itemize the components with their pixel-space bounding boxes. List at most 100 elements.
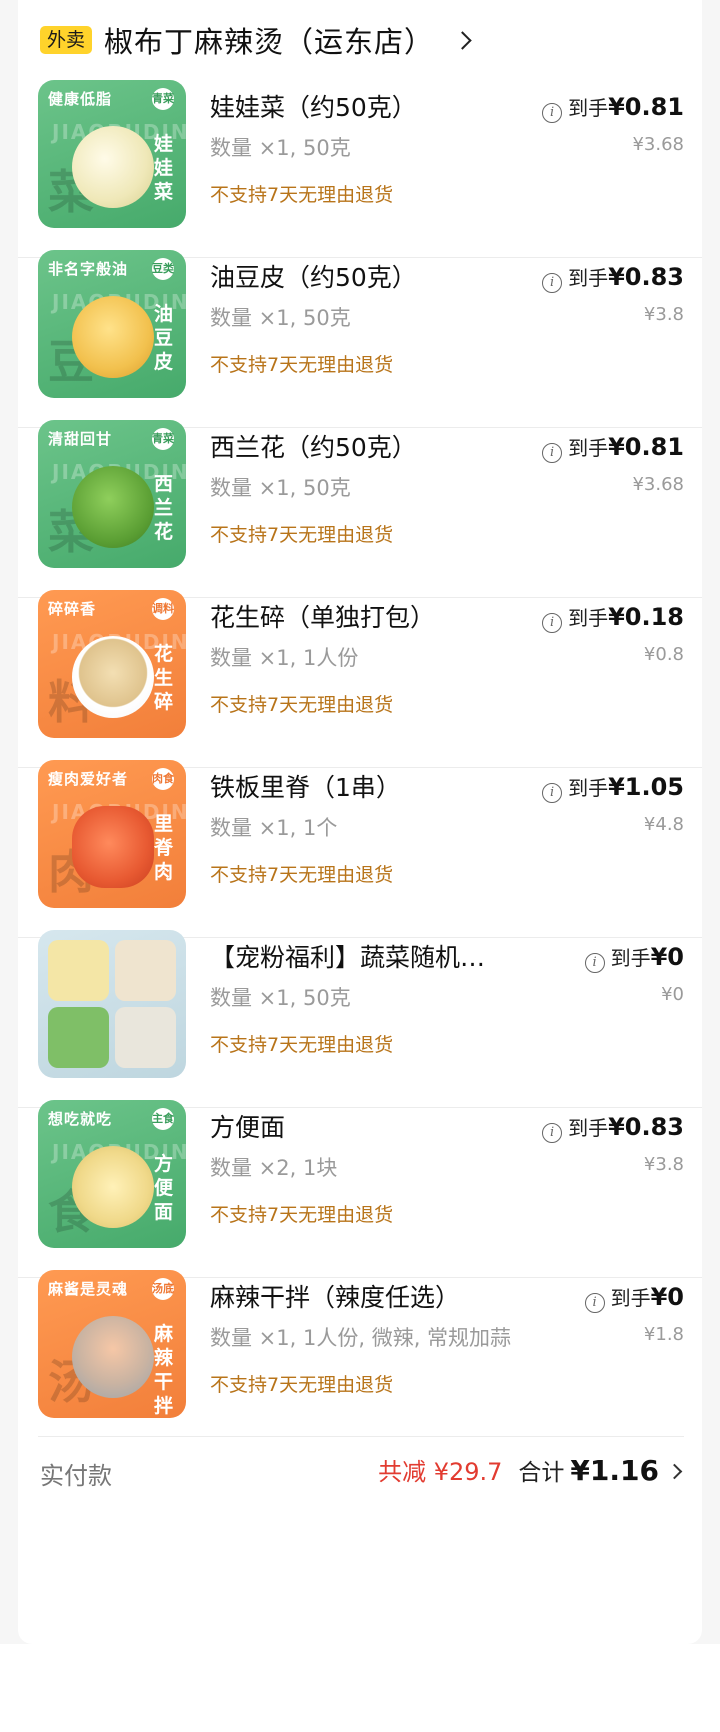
veg-tile <box>115 940 176 1001</box>
product-thumbnail[interactable]: 健康低脂 青菜 JIAOBUDING 菜 娃娃菜 <box>38 80 186 228</box>
info-icon[interactable]: i <box>542 103 563 123</box>
return-policy: 不支持7天无理由退货 <box>210 864 394 886</box>
pay-label: 到手 <box>610 946 651 970</box>
pay-price-line: i 到手 ¥0.81 <box>542 92 684 123</box>
order-item[interactable]: 非名字般油 豆类 JIAOBUDING 豆 油豆皮 油豆皮（约50克） 数量 ×… <box>18 240 702 428</box>
item-quantity: 数量 ×1, 50克 <box>210 306 351 330</box>
order-item[interactable]: 【宠粉福利】蔬菜随机（每... 数量 ×1, 50克 不支持7天无理由退货 i … <box>18 920 702 1108</box>
product-thumbnail[interactable]: 清甜回甘 青菜 JIAOBUDING 菜 西兰花 <box>38 420 186 568</box>
veg-tile <box>48 1007 109 1068</box>
chevron-right-icon[interactable] <box>453 30 472 50</box>
order-item[interactable]: 碎碎香 调料 JIAOBUDING 料 花生碎 花生碎（单独打包） 数量 ×1,… <box>18 580 702 768</box>
pay-price-line: i 到手 ¥0.81 <box>542 432 684 463</box>
item-quantity: 数量 ×2, 1块 <box>210 1156 338 1180</box>
pay-label: 到手 <box>568 436 609 460</box>
product-thumbnail[interactable]: 瘦肉爱好者 肉食 JIAOBUDING 肉 里脊肉 <box>38 760 186 908</box>
chevron-right-icon[interactable] <box>666 1463 683 1480</box>
info-icon[interactable]: i <box>542 443 563 463</box>
pay-price: ¥0.81 <box>608 93 684 121</box>
store-name[interactable]: 椒布丁麻辣烫（运东店） <box>104 19 434 61</box>
original-price: ¥3.68 <box>632 474 684 495</box>
return-policy: 不支持7天无理由退货 <box>210 1034 394 1056</box>
info-icon[interactable]: i <box>584 1293 605 1313</box>
item-name: 【宠粉福利】蔬菜随机（每... <box>210 943 510 972</box>
return-policy: 不支持7天无理由退货 <box>210 1204 394 1226</box>
thumb-badge: 豆类 <box>152 258 174 280</box>
pay-price: ¥0.81 <box>608 433 684 461</box>
veg-tile <box>115 1007 176 1068</box>
thumb-badge: 肉食 <box>152 768 174 790</box>
pay-price: ¥0.18 <box>608 603 684 631</box>
vegetable-collage-image <box>48 940 176 1068</box>
thumb-slogan: 健康低脂 <box>48 90 113 108</box>
info-icon[interactable]: i <box>542 613 563 633</box>
order-item[interactable]: 想吃就吃 主食 JIAOBUDING 食 方便面 方便面 数量 ×2, 1块 不… <box>18 1090 702 1278</box>
pay-label: 到手 <box>568 606 609 630</box>
pay-price-line: i 到手 ¥0.83 <box>542 262 684 293</box>
tofu-skin-image <box>72 296 154 378</box>
original-price: ¥4.8 <box>643 814 684 835</box>
item-name: 花生碎（单独打包） <box>210 603 436 632</box>
pay-price: ¥0.83 <box>608 1113 684 1141</box>
page-background <box>0 1644 720 1732</box>
original-price: ¥3.8 <box>643 1154 684 1175</box>
pay-price-line: i 到手 ¥0 <box>584 942 684 973</box>
pay-price: ¥0.83 <box>608 263 684 291</box>
return-policy: 不支持7天无理由退货 <box>210 694 394 716</box>
noodle-image <box>72 1146 154 1228</box>
pay-price: ¥0 <box>650 943 684 971</box>
product-thumbnail[interactable]: 想吃就吃 主食 JIAOBUDING 食 方便面 <box>38 1100 186 1248</box>
item-name: 麻辣干拌（辣度任选） <box>210 1283 461 1312</box>
payment-summary[interactable]: 实付款 共减 ¥29.7 合计 ¥1.16 <box>18 1436 702 1504</box>
order-item[interactable]: 健康低脂 青菜 JIAOBUDING 菜 娃娃菜 娃娃菜（约50克） 数量 ×1… <box>18 70 702 258</box>
hotpot-image <box>72 1316 154 1398</box>
order-item[interactable]: 瘦肉爱好者 肉食 JIAOBUDING 肉 里脊肉 铁板里脊（1串） 数量 ×1… <box>18 750 702 938</box>
order-item[interactable]: 清甜回甘 青菜 JIAOBUDING 菜 西兰花 西兰花（约50克） 数量 ×1… <box>18 410 702 598</box>
total-discount: 共减 ¥29.7 <box>378 1458 503 1486</box>
info-icon[interactable]: i <box>542 783 563 803</box>
pay-label: 到手 <box>568 1116 609 1140</box>
info-icon[interactable]: i <box>542 1123 563 1143</box>
info-icon[interactable]: i <box>584 953 605 973</box>
original-price: ¥0 <box>661 984 684 1005</box>
info-icon[interactable]: i <box>542 273 563 293</box>
thumb-badge: 主食 <box>152 1108 174 1130</box>
product-thumbnail[interactable]: 碎碎香 调料 JIAOBUDING 料 花生碎 <box>38 590 186 738</box>
thumb-vertical-label: 油豆皮 <box>154 303 174 373</box>
thumb-vertical-label: 娃娃菜 <box>154 133 174 203</box>
veg-tile <box>48 940 109 1001</box>
product-thumbnail[interactable]: 麻酱是灵魂 汤底 汤 麻辣干拌 <box>38 1270 186 1418</box>
thumb-vertical-label: 西兰花 <box>154 473 174 543</box>
total-label: 合计 <box>518 1460 565 1486</box>
thumb-slogan: 碎碎香 <box>48 600 97 618</box>
thumb-slogan: 瘦肉爱好者 <box>48 770 129 788</box>
thumb-badge: 青菜 <box>152 428 174 450</box>
divider <box>38 1436 684 1437</box>
item-quantity: 数量 ×1, 50克 <box>210 136 351 160</box>
product-thumbnail[interactable] <box>38 930 186 1078</box>
pay-label: 到手 <box>568 266 609 290</box>
order-item[interactable]: 麻酱是灵魂 汤底 汤 麻辣干拌 麻辣干拌（辣度任选） 数量 ×1, 1人份, 微… <box>18 1260 702 1448</box>
pay-price: ¥1.05 <box>608 773 684 801</box>
item-name: 方便面 <box>210 1113 286 1142</box>
total-line[interactable]: 共减 ¥29.7 合计 ¥1.16 <box>378 1452 683 1487</box>
peanut-bowl-image <box>72 636 154 718</box>
paid-label: 实付款 <box>40 1462 112 1490</box>
store-header[interactable]: 外卖 椒布丁麻辣烫（运东店） <box>40 18 472 62</box>
return-policy: 不支持7天无理由退货 <box>210 524 394 546</box>
pay-price-line: i 到手 ¥1.05 <box>542 772 684 803</box>
total-amount: ¥1.16 <box>570 1454 659 1487</box>
original-price: ¥1.8 <box>643 1324 684 1345</box>
thumb-badge: 调料 <box>152 598 174 620</box>
pay-label: 到手 <box>610 1286 651 1310</box>
thumb-slogan: 非名字般油 <box>48 260 129 278</box>
product-thumbnail[interactable]: 非名字般油 豆类 JIAOBUDING 豆 油豆皮 <box>38 250 186 398</box>
original-price: ¥3.68 <box>632 134 684 155</box>
return-policy: 不支持7天无理由退货 <box>210 1374 394 1396</box>
takeout-tag: 外卖 <box>40 26 93 54</box>
item-quantity: 数量 ×1, 1人份, 微辣, 常规加蒜 <box>210 1326 512 1350</box>
cabbage-image <box>72 126 154 208</box>
pay-price-line: i 到手 ¥0.18 <box>542 602 684 633</box>
item-name: 铁板里脊（1串） <box>210 773 401 802</box>
broccoli-image <box>72 466 154 548</box>
